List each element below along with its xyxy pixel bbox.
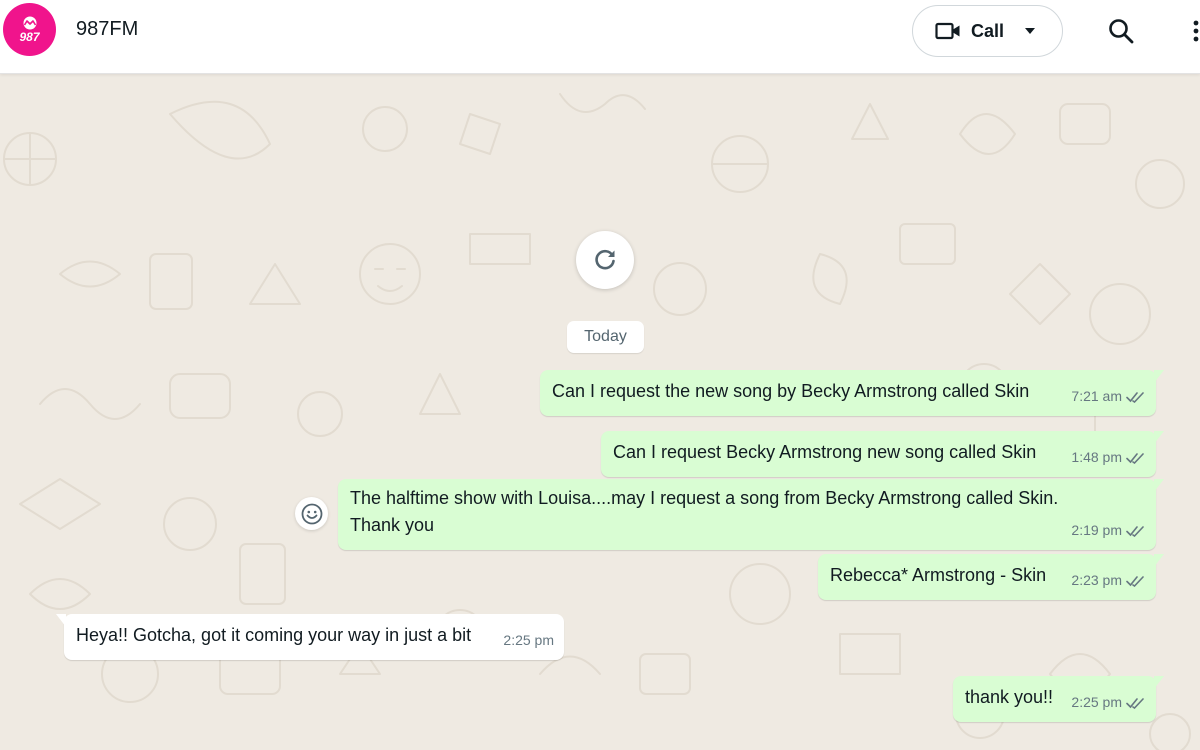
message-text-line-2: Thank you: [350, 515, 435, 535]
bubble-tail: [1154, 554, 1164, 567]
bubble-tail: [1154, 431, 1164, 444]
chat-header: 987 987FM Call: [0, 0, 1200, 74]
bubble-tail: [1154, 676, 1164, 689]
double-check-icon: [1126, 525, 1144, 537]
refresh-icon: [595, 249, 615, 270]
message-time: 7:21 am: [1071, 388, 1122, 404]
message-outgoing[interactable]: thank you!! 2:25 pm: [953, 676, 1164, 722]
message-time: 2:25 pm: [1071, 694, 1122, 710]
message-text: thank you!!: [965, 687, 1054, 707]
radio-logo-icon: [23, 16, 36, 30]
message-outgoing[interactable]: Rebecca* Armstrong - Skin 2:23 pm: [818, 554, 1164, 600]
message-meta: 2:25 pm: [1071, 689, 1146, 716]
message-outgoing[interactable]: The halftime show with Louisa....may I r…: [338, 479, 1164, 550]
message-meta: 2:19 pm: [1071, 517, 1146, 544]
message-meta: 2:25 pm: [503, 627, 554, 654]
bubble-tail: [1154, 479, 1164, 492]
contact-name[interactable]: 987FM: [76, 18, 138, 41]
message-time: 1:48 pm: [1071, 449, 1122, 465]
bubble-tail: [1154, 370, 1164, 383]
bubble-tail: [56, 614, 66, 627]
message-time: 2:19 pm: [1071, 522, 1122, 538]
double-check-icon: [1126, 575, 1144, 587]
caret-down-icon[interactable]: [1024, 27, 1036, 35]
date-divider: Today: [567, 321, 644, 353]
message-text: Rebecca* Armstrong - Skin: [830, 565, 1047, 585]
message-meta: 1:48 pm: [1071, 444, 1146, 471]
message-text: Heya!! Gotcha, got it coming your way in…: [76, 625, 472, 645]
message-text: Can I request Becky Armstrong new song c…: [613, 442, 1037, 462]
message-text-line-1: The halftime show with Louisa....may I r…: [350, 488, 1059, 508]
call-button[interactable]: Call: [912, 5, 1063, 57]
double-check-icon: [1126, 391, 1144, 403]
message-incoming[interactable]: Heya!! Gotcha, got it coming your way in…: [56, 614, 564, 660]
conversation-panel[interactable]: Today Can I request the new song by Beck…: [0, 74, 1200, 750]
smiley-icon: [301, 503, 322, 524]
vertical-dots-icon[interactable]: [1186, 16, 1200, 46]
message-time: 2:25 pm: [503, 632, 554, 648]
avatar[interactable]: 987: [3, 3, 56, 56]
reaction-button[interactable]: [295, 497, 328, 530]
video-camera-icon: [935, 22, 960, 40]
call-label: Call: [971, 20, 1005, 41]
refresh-button[interactable]: [576, 231, 634, 289]
double-check-icon: [1126, 452, 1144, 464]
avatar-text: 987: [19, 30, 40, 44]
message-outgoing[interactable]: Can I request the new song by Becky Arms…: [540, 370, 1164, 416]
message-outgoing[interactable]: Can I request Becky Armstrong new song c…: [601, 431, 1164, 477]
double-check-icon: [1126, 697, 1144, 709]
message-time: 2:23 pm: [1071, 572, 1122, 588]
message-meta: 7:21 am: [1071, 383, 1146, 410]
search-icon[interactable]: [1106, 16, 1136, 46]
message-meta: 2:23 pm: [1071, 567, 1146, 594]
message-text: Can I request the new song by Becky Arms…: [552, 381, 1030, 401]
